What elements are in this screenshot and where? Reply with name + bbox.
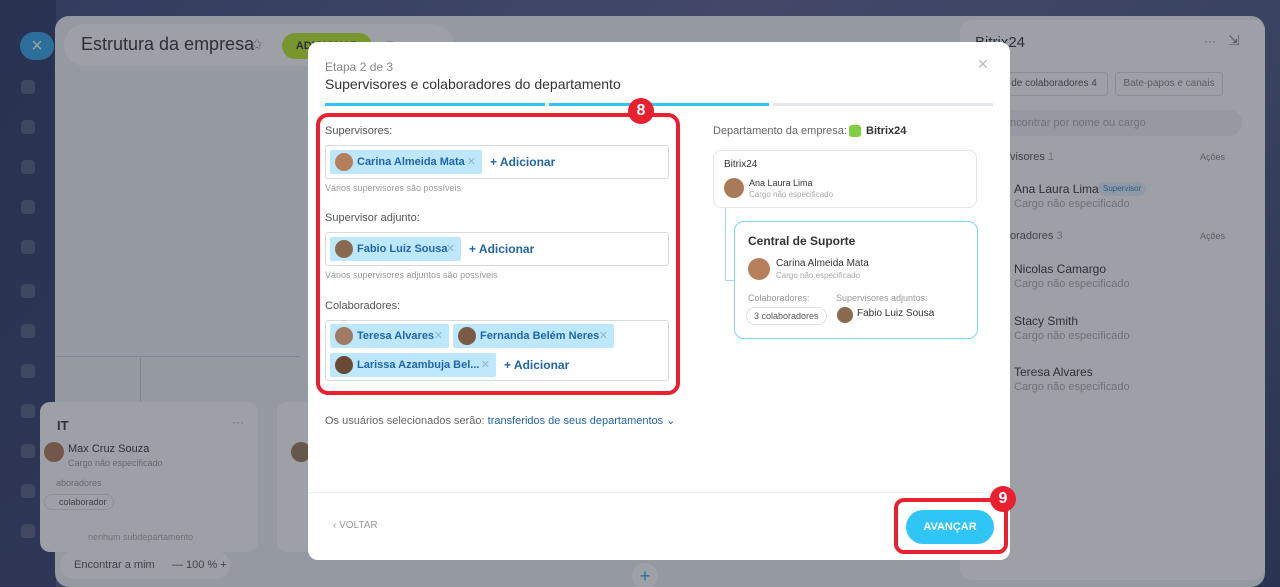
progress-step-1: [325, 103, 545, 106]
close-icon[interactable]: ✕: [977, 56, 989, 73]
child-adj-label: Supervisores adjuntos:: [836, 293, 928, 303]
parent-dept-title: Bitrix24: [724, 159, 758, 170]
avatar: [748, 258, 770, 280]
callout-badge-9: 9: [990, 486, 1016, 512]
highlight-box-8: [316, 113, 680, 395]
child-dept-title: Central de Suporte: [748, 234, 856, 248]
parent-head-name: Ana Laura Lima: [749, 178, 813, 188]
transfer-prefix: Os usuários selecionados serão:: [325, 415, 485, 427]
modal-title: Supervisores e colaboradores do departam…: [325, 76, 621, 92]
connector-line: [725, 208, 726, 280]
dept-name: Bitrix24: [866, 125, 907, 137]
dept-label: Departamento da empresa:: [713, 125, 847, 137]
footer-divider: [308, 492, 1010, 493]
next-button[interactable]: AVANÇAR: [906, 510, 994, 544]
progress-step-2: [549, 103, 769, 106]
avatar: [724, 178, 744, 198]
building-icon: [849, 125, 861, 137]
progress-step-3: [773, 103, 993, 106]
transfer-link[interactable]: transferidos de seus departamentos: [488, 415, 664, 427]
child-colab-pill: 3 colaboradores: [746, 307, 827, 325]
child-head-role: Cargo não especificado: [776, 271, 861, 280]
avatar: [837, 307, 853, 323]
child-colab-label: Colaboradores:: [748, 293, 810, 303]
callout-badge-8: 8: [628, 98, 654, 124]
back-label: VOLTAR: [339, 520, 378, 531]
back-button[interactable]: ‹ VOLTAR: [333, 520, 378, 531]
step-indicator: Etapa 2 de 3: [325, 60, 394, 74]
child-head-name: Carina Almeida Mata: [776, 258, 869, 269]
transfer-note: Os usuários selecionados serão: transfer…: [325, 414, 675, 427]
parent-head-role: Cargo não especificado: [749, 190, 834, 199]
child-adj-name: Fabio Luiz Sousa: [857, 308, 935, 319]
chevron-down-icon[interactable]: ⌄: [666, 415, 675, 427]
